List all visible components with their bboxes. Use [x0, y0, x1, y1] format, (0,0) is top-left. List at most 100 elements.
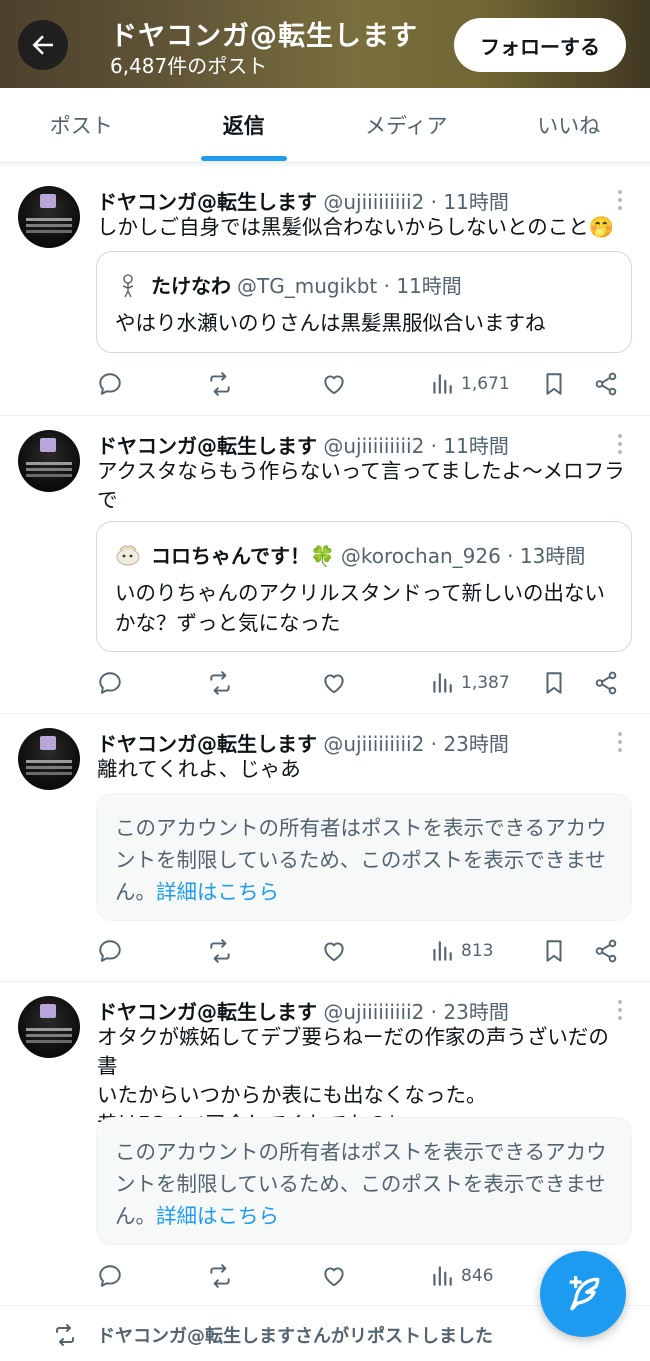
post-meta: @ujiiiiiiiii2 · 11時間 [323, 434, 509, 458]
share-button[interactable] [593, 369, 619, 399]
share-icon [595, 372, 617, 396]
author-name[interactable]: ドヤコンガ@転生します [97, 190, 317, 214]
repost-icon [210, 939, 230, 963]
reply-button[interactable] [97, 936, 123, 966]
repost-notice-text[interactable]: ドヤコンガ@転生しますさんがリポストしました [97, 1322, 493, 1348]
reply-icon [99, 672, 121, 694]
profile-tabs: ポスト 返信 メディア いいね [0, 88, 650, 162]
views-chart-icon [433, 1266, 452, 1286]
post-text: しかしご自身では黒髪似合わないからしないとのこと🤭 [97, 215, 615, 239]
repost-icon [210, 1264, 230, 1288]
bookmark-icon [546, 373, 562, 395]
heart-icon [324, 674, 344, 694]
share-button[interactable] [593, 936, 619, 966]
more-options-icon[interactable] [618, 1000, 624, 1020]
more-options-icon[interactable] [618, 732, 624, 752]
post-count: 6,487件のポスト [110, 54, 268, 78]
share-button[interactable] [593, 668, 619, 698]
tab-replies[interactable]: 返信 [163, 88, 326, 161]
author-name[interactable]: ドヤコンガ@転生します [97, 1000, 317, 1024]
compose-feather-icon [569, 1275, 600, 1311]
avatar[interactable] [18, 430, 80, 492]
views-chart-icon [433, 673, 452, 693]
views-chart-icon [433, 941, 452, 961]
learn-more-link[interactable]: 詳細はこちら [156, 880, 279, 904]
post-actions: 1,671 [97, 369, 637, 399]
post-item[interactable]: ドヤコンガ@転生します @ujiiiiiiiii2 · 23時間 離れてくれよ、… [0, 714, 650, 982]
bookmark-button[interactable] [541, 369, 567, 399]
post-meta: @ujiiiiiiiii2 · 23時間 [323, 1000, 509, 1024]
learn-more-link[interactable]: 詳細はこちら [156, 1204, 279, 1228]
follow-button[interactable]: フォローする [454, 18, 626, 72]
views-count: 813 [461, 941, 494, 961]
unavailable-post-notice: このアカウントの所有者はポストを表示できるアカウントを制限しているため、このポス… [96, 793, 632, 921]
repost-button[interactable] [207, 668, 233, 698]
header-title: ドヤコンガ@転生します [110, 21, 418, 52]
quote-text: やはり水瀬いのりさんは黒髪黒服似合いますね [115, 311, 546, 335]
post-item[interactable]: ドヤコンガ@転生します @ujiiiiiiiii2 · 23時間 オタクが嫉妬し… [0, 982, 650, 1306]
heart-icon [324, 375, 344, 395]
quote-author-name: コロちゃんです！🍀 [151, 544, 335, 568]
quote-avatar [115, 272, 141, 298]
views-count: 1,387 [461, 673, 510, 693]
repost-icon [210, 671, 230, 695]
repost-button[interactable] [207, 369, 233, 399]
avatar[interactable] [18, 186, 80, 248]
tab-posts[interactable]: ポスト [0, 88, 163, 161]
bookmark-button[interactable] [541, 668, 567, 698]
views-button[interactable]: 1,671 [429, 369, 510, 399]
post-text: 離れてくれよ、じゃあ [97, 757, 301, 781]
post-item[interactable]: ドヤコンガ@転生します @ujiiiiiiiii2 · 11時間 しかしご自身で… [0, 168, 650, 416]
back-button[interactable] [18, 20, 68, 70]
post-text: アクスタならもう作らないって言ってましたよ〜メロフラ で [97, 459, 625, 512]
quote-meta: @TG_mugikbt · 11時間 [237, 274, 462, 298]
more-options-icon[interactable] [618, 190, 624, 210]
quoted-post[interactable]: コロちゃんです！🍀 @korochan_926 · 13時間 いのりちゃんのアク… [96, 521, 632, 652]
views-count: 846 [461, 1266, 494, 1286]
bookmark-icon [546, 940, 562, 962]
quote-author-name: たけなわ [151, 274, 231, 298]
more-options-icon[interactable] [618, 434, 624, 454]
views-button[interactable]: 813 [429, 936, 493, 966]
quoted-post[interactable]: たけなわ @TG_mugikbt · 11時間 やはり水瀬いのりさんは黒髪黒服似… [96, 251, 632, 353]
avatar[interactable] [18, 996, 80, 1058]
avatar[interactable] [18, 728, 80, 790]
reply-icon [99, 1265, 121, 1287]
unavailable-post-notice: このアカウントの所有者はポストを表示できるアカウントを制限しているため、このポス… [96, 1117, 632, 1245]
compose-post-button[interactable] [540, 1251, 626, 1337]
quote-meta: @korochan_926 · 13時間 [340, 544, 586, 568]
views-button[interactable]: 846 [429, 1261, 493, 1291]
reply-button[interactable] [97, 369, 123, 399]
quote-avatar [115, 542, 141, 568]
profile-header: ドヤコンガ@転生します 6,487件のポスト フォローする [0, 0, 650, 88]
repost-icon [210, 372, 230, 396]
post-meta: @ujiiiiiiiii2 · 11時間 [323, 190, 509, 214]
reply-icon [99, 373, 121, 395]
author-name[interactable]: ドヤコンガ@転生します [97, 434, 317, 458]
reply-button[interactable] [97, 668, 123, 698]
share-icon [595, 939, 617, 963]
repost-icon [56, 1324, 74, 1346]
like-button[interactable] [321, 1261, 347, 1291]
tab-likes[interactable]: いいね [488, 88, 650, 161]
views-count: 1,671 [461, 374, 510, 394]
views-button[interactable]: 1,387 [429, 668, 510, 698]
reply-button[interactable] [97, 1261, 123, 1291]
heart-icon [324, 1267, 344, 1287]
reply-icon [99, 940, 121, 962]
bookmark-button[interactable] [541, 936, 567, 966]
arrow-left-icon [32, 35, 53, 55]
post-meta: @ujiiiiiiiii2 · 23時間 [323, 732, 509, 756]
bookmark-icon [546, 672, 562, 694]
post-item[interactable]: ドヤコンガ@転生します @ujiiiiiiiii2 · 11時間 アクスタならも… [0, 416, 650, 714]
author-name[interactable]: ドヤコンガ@転生します [97, 732, 317, 756]
post-actions: 1,387 [97, 668, 637, 698]
like-button[interactable] [321, 936, 347, 966]
like-button[interactable] [321, 668, 347, 698]
tab-media[interactable]: メディア [325, 88, 488, 161]
like-button[interactable] [321, 369, 347, 399]
repost-button[interactable] [207, 936, 233, 966]
share-icon [595, 671, 617, 695]
views-chart-icon [433, 374, 452, 394]
repost-button[interactable] [207, 1261, 233, 1291]
